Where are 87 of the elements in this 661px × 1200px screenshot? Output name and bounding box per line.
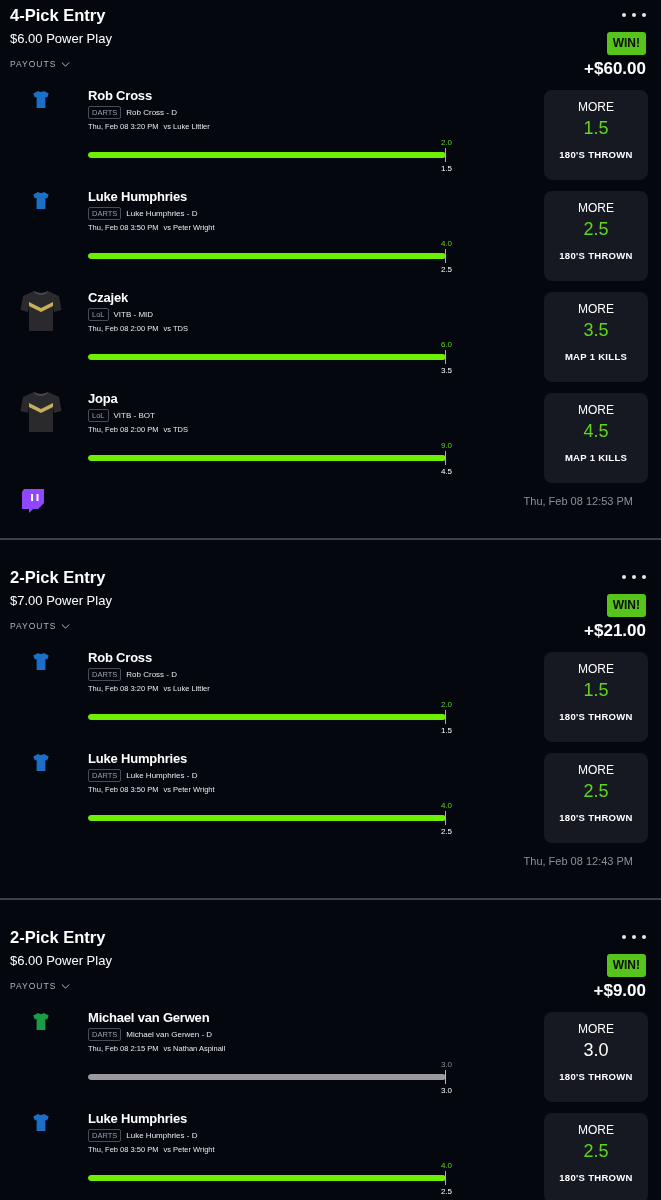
entry-title: 2-Pick Entry xyxy=(10,927,106,947)
payouts-toggle[interactable]: PAYOUTS xyxy=(10,58,71,70)
line-value: 2.5 xyxy=(440,827,452,837)
team-position: Luke Humphries - D xyxy=(126,1131,198,1140)
actual-value: 6.0 xyxy=(440,340,452,349)
stat-type: 180'S THROWN xyxy=(559,812,633,824)
payout-amount: +$21.00 xyxy=(584,621,646,641)
actual-value: 9.0 xyxy=(440,441,452,450)
stat-type: 180'S THROWN xyxy=(559,149,633,161)
projection-value: 3.0 xyxy=(583,1040,609,1060)
payouts-toggle[interactable]: PAYOUTS xyxy=(10,980,71,992)
target-tick-icon xyxy=(445,249,446,263)
team-position: Rob Cross - D xyxy=(126,670,177,679)
pick-direction: MORE xyxy=(578,201,614,215)
target-tick-icon xyxy=(445,1070,446,1084)
entry-stake: $6.00 Power Play xyxy=(10,953,112,969)
chevron-down-icon xyxy=(61,623,71,629)
pick-direction: MORE xyxy=(578,1123,614,1137)
result-badge: WIN! xyxy=(606,954,646,977)
actual-value: 4.0 xyxy=(440,801,452,810)
line-value: 1.5 xyxy=(440,726,452,736)
result-badge: WIN! xyxy=(606,594,646,617)
line-value: 2.5 xyxy=(440,1187,452,1197)
stat-type: 180'S THROWN xyxy=(559,1071,633,1083)
projection-value: 2.5 xyxy=(583,1141,609,1161)
stat-type: MAP 1 KILLS xyxy=(564,452,628,464)
entry-stake: $6.00 Power Play xyxy=(10,31,112,47)
player-name: Luke Humphries xyxy=(88,751,189,767)
stat-type: 180'S THROWN xyxy=(559,711,633,723)
stat-type: 180'S THROWN xyxy=(559,1172,633,1184)
stat-type: 180'S THROWN xyxy=(559,250,633,262)
pick-direction: MORE xyxy=(578,662,614,676)
actual-value: 2.0 xyxy=(440,700,452,709)
line-value: 2.5 xyxy=(440,265,452,275)
line-value: 3.0 xyxy=(440,1086,452,1096)
chevron-down-icon xyxy=(61,61,71,67)
entry-title: 2-Pick Entry xyxy=(10,567,106,587)
target-tick-icon xyxy=(445,1171,446,1185)
result-badge: WIN! xyxy=(606,32,646,55)
target-tick-icon xyxy=(445,811,446,825)
projection-value: 3.5 xyxy=(583,320,609,340)
entry-timestamp: Thu, Feb 08 12:53 PM xyxy=(523,495,633,507)
entry-stake: $7.00 Power Play xyxy=(10,593,112,609)
payouts-toggle[interactable]: PAYOUTS xyxy=(10,620,71,632)
line-value: 1.5 xyxy=(440,164,452,174)
projection-value: 4.5 xyxy=(583,421,609,441)
chevron-down-icon xyxy=(61,983,71,989)
line-value: 3.5 xyxy=(440,366,452,376)
pick-direction: MORE xyxy=(578,100,614,114)
target-tick-icon xyxy=(445,350,446,364)
more-options-icon[interactable] xyxy=(622,13,646,17)
actual-value: 2.0 xyxy=(440,138,452,147)
pick-direction: MORE xyxy=(578,1022,614,1036)
player-name: Luke Humphries xyxy=(88,1111,189,1127)
projection-value: 1.5 xyxy=(583,118,609,138)
more-options-icon[interactable] xyxy=(622,575,646,579)
player-name: Czajek xyxy=(88,290,129,306)
stat-type: MAP 1 KILLS xyxy=(564,351,628,363)
player-name: Rob Cross xyxy=(88,88,153,104)
team-position: Rob Cross - D xyxy=(126,108,177,117)
player-name: Luke Humphries xyxy=(88,189,189,205)
player-name: Michael van Gerwen xyxy=(88,1010,211,1026)
player-name: Rob Cross xyxy=(88,650,153,666)
pick-direction: MORE xyxy=(578,763,614,777)
entry-timestamp: Thu, Feb 08 12:43 PM xyxy=(523,855,633,867)
entry-title: 4-Pick Entry xyxy=(10,5,106,25)
projection-value: 1.5 xyxy=(583,680,609,700)
projection-value: 2.5 xyxy=(583,781,609,801)
team-position: Luke Humphries - D xyxy=(126,209,198,218)
line-value: 4.5 xyxy=(440,467,452,477)
more-options-icon[interactable] xyxy=(622,935,646,939)
team-position: VITB - MID xyxy=(113,310,154,319)
target-tick-icon xyxy=(445,451,446,465)
team-position: VITB - BOT xyxy=(113,411,155,420)
target-tick-icon xyxy=(445,148,446,162)
actual-value: 3.0 xyxy=(440,1060,452,1069)
payout-amount: +$60.00 xyxy=(584,59,646,79)
actual-value: 4.0 xyxy=(440,1161,452,1170)
payout-amount: +$9.00 xyxy=(593,981,646,1001)
player-name: Jopa xyxy=(88,391,119,407)
team-position: Luke Humphries - D xyxy=(126,771,198,780)
projection-value: 2.5 xyxy=(583,219,609,239)
pick-direction: MORE xyxy=(578,403,614,417)
pick-direction: MORE xyxy=(578,302,614,316)
team-position: Michael van Gerwen - D xyxy=(126,1030,213,1039)
target-tick-icon xyxy=(445,710,446,724)
actual-value: 4.0 xyxy=(440,239,452,248)
